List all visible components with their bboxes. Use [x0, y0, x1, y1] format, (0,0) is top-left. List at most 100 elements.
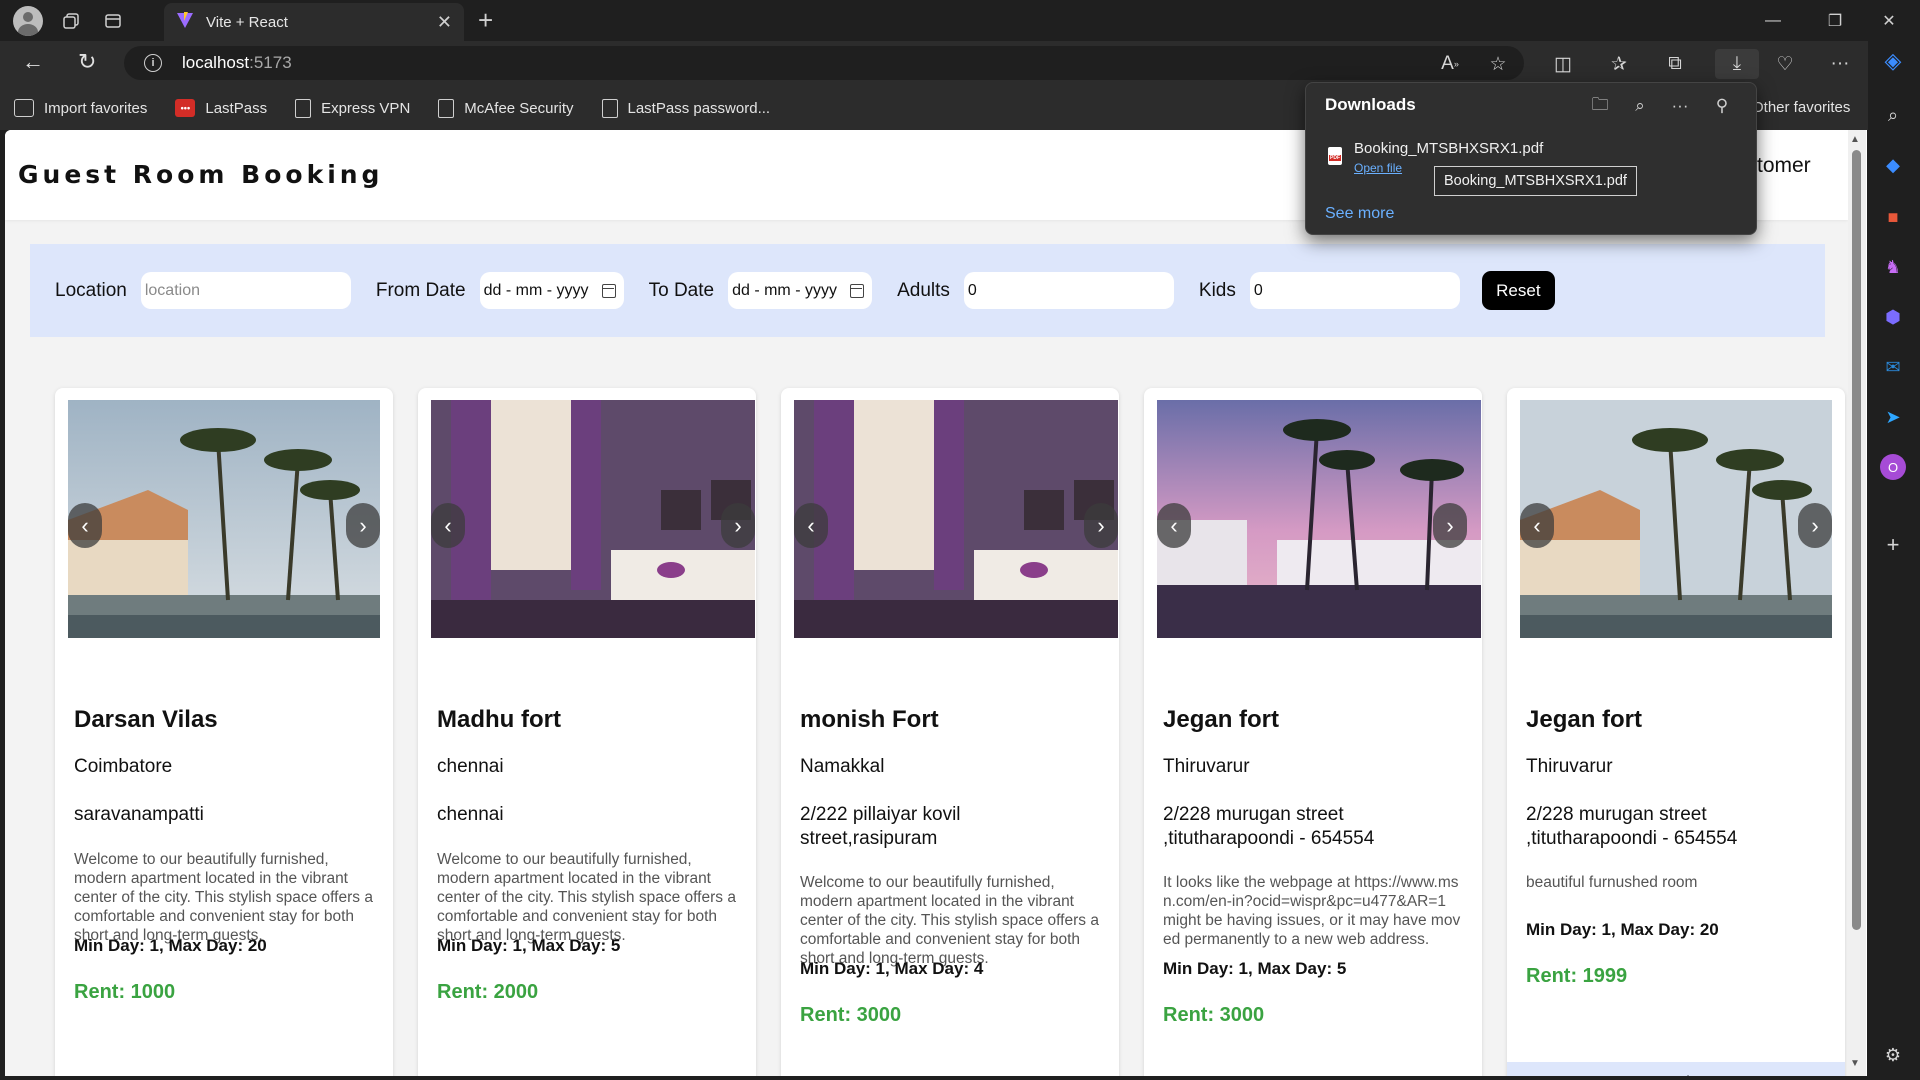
- more-menu-icon[interactable]: ···: [1825, 49, 1855, 79]
- room-image-bedroom: ‹ ›: [431, 400, 755, 638]
- downloads-icon[interactable]: ⤓: [1715, 49, 1759, 79]
- room-card[interactable]: ‹ › Madhu fort chennai chennai Welcome t…: [418, 388, 756, 1076]
- fav-label: LastPass: [205, 99, 268, 117]
- other-favorites[interactable]: Other favorites: [1752, 99, 1850, 116]
- from-date-value: dd - mm - yyyy: [483, 281, 589, 299]
- room-description: Welcome to our beautifully furnished, mo…: [437, 851, 736, 944]
- search-icon[interactable]: ⌕: [1880, 102, 1906, 128]
- pin-icon[interactable]: ⚲: [1708, 93, 1736, 119]
- o-app-icon[interactable]: O: [1880, 454, 1906, 480]
- microsoft-365-icon[interactable]: ⬢: [1880, 304, 1906, 330]
- see-more-link[interactable]: See more: [1325, 205, 1394, 223]
- prev-image-button[interactable]: ‹: [431, 503, 465, 548]
- room-days: Min Day: 1, Max Day: 4: [800, 959, 984, 978]
- fav-lastpass[interactable]: ••• LastPass: [175, 99, 267, 117]
- open-folder-icon[interactable]: 🗀: [1586, 93, 1614, 119]
- vertical-tabs-icon[interactable]: [99, 7, 127, 35]
- room-city: Namakkal: [800, 756, 885, 777]
- room-address: 2/222 pillaiyar kovil street,rasipuram: [800, 804, 961, 849]
- location-input[interactable]: location: [140, 272, 351, 309]
- room-rent: Rent: 3000: [1163, 1004, 1265, 1026]
- split-screen-icon[interactable]: ◫: [1548, 49, 1578, 79]
- outlook-icon[interactable]: ✉: [1880, 354, 1906, 380]
- add-sidebar-app-icon[interactable]: +: [1880, 532, 1906, 558]
- minimize-button[interactable]: —: [1742, 0, 1804, 41]
- restore-button[interactable]: ❐: [1804, 0, 1866, 41]
- prev-image-button[interactable]: ‹: [68, 503, 102, 548]
- next-image-button[interactable]: ›: [1798, 503, 1832, 548]
- download-file-name[interactable]: Booking_MTSBHXSRX1.pdf: [1354, 140, 1543, 157]
- url-host: localhost: [182, 53, 250, 72]
- back-button[interactable]: ←: [22, 49, 44, 75]
- scroll-down-icon[interactable]: ▼: [1850, 1058, 1860, 1069]
- favorite-star-icon[interactable]: ☆: [1483, 49, 1513, 79]
- room-city: Coimbatore: [74, 756, 173, 777]
- browser-essentials-icon[interactable]: ♡: [1770, 49, 1800, 79]
- room-days: Min Day: 1, Max Day: 20: [74, 936, 267, 955]
- next-image-button[interactable]: ›: [1433, 503, 1467, 548]
- room-card[interactable]: ‹ › Darsan Vilas Coimbatore saravanampat…: [55, 388, 393, 1076]
- new-tab-button[interactable]: +: [478, 5, 493, 35]
- location-label: Location: [55, 279, 127, 301]
- to-date-input[interactable]: dd - mm - yyyy: [728, 272, 873, 309]
- downloads-panel: Downloads 🗀 ⌕ ··· ⚲ Booking_MTSBHXSRX1.p…: [1305, 82, 1757, 235]
- profile-avatar[interactable]: [13, 5, 43, 36]
- kids-label: Kids: [1198, 279, 1236, 301]
- fav-lastpass-password[interactable]: LastPass password...: [601, 98, 771, 118]
- room-description: Welcome to our beautifully furnished, mo…: [74, 851, 373, 944]
- favorites-icon[interactable]: ✰: [1604, 49, 1634, 79]
- room-days: Min Day: 1, Max Day: 5: [1163, 959, 1347, 978]
- close-tab-icon[interactable]: ✕: [437, 12, 452, 33]
- prev-image-button[interactable]: ‹: [1520, 503, 1554, 548]
- fav-expressvpn[interactable]: Express VPN: [295, 98, 410, 118]
- room-address: saravanampatti: [74, 804, 204, 825]
- fav-label: LastPass password...: [627, 99, 771, 117]
- prev-image-button[interactable]: ‹: [794, 503, 828, 548]
- book-button[interactable]: Book: [1507, 1062, 1845, 1076]
- workspaces-icon[interactable]: [57, 7, 85, 35]
- next-image-button[interactable]: ›: [346, 503, 380, 548]
- scrollbar-thumb[interactable]: [1852, 150, 1861, 930]
- scroll-up-icon[interactable]: ▲: [1850, 134, 1860, 145]
- telegram-icon[interactable]: ➤: [1880, 404, 1906, 430]
- room-card[interactable]: ‹ › Jegan fort Thiruvarur 2/228 murugan …: [1144, 388, 1482, 1076]
- vite-logo-icon: [176, 11, 194, 34]
- collections-icon[interactable]: ⧉: [1660, 49, 1690, 79]
- room-title: Jegan fort: [1163, 706, 1280, 733]
- room-days: Min Day: 1, Max Day: 20: [1526, 920, 1719, 939]
- from-date-label: From Date: [375, 279, 466, 301]
- calendar-icon[interactable]: [850, 283, 865, 298]
- refresh-button[interactable]: ↻: [78, 49, 96, 75]
- tools-icon[interactable]: ■: [1880, 204, 1906, 230]
- games-icon[interactable]: ♞: [1880, 254, 1906, 280]
- next-image-button[interactable]: ›: [721, 503, 755, 548]
- sidebar-settings-icon[interactable]: ⚙: [1880, 1042, 1906, 1068]
- room-city: Thiruvarur: [1526, 756, 1613, 777]
- reset-button[interactable]: Reset: [1481, 271, 1555, 310]
- prev-image-button[interactable]: ‹: [1157, 503, 1191, 548]
- next-image-button[interactable]: ›: [1084, 503, 1118, 548]
- site-info-icon[interactable]: i: [144, 54, 162, 72]
- fav-mcafee[interactable]: McAfee Security: [438, 98, 574, 118]
- from-date-input[interactable]: dd - mm - yyyy: [479, 272, 624, 309]
- room-image-resort: ‹ ›: [1520, 400, 1832, 638]
- fav-label: McAfee Security: [464, 99, 574, 117]
- fav-import[interactable]: Import favorites: [14, 99, 147, 117]
- to-date-value: dd - mm - yyyy: [732, 281, 837, 299]
- room-card[interactable]: ‹ › Jegan fort Thiruvarur 2/228 murugan …: [1507, 388, 1845, 1076]
- url-box[interactable]: i localhost:5173: [124, 46, 1524, 80]
- read-aloud-icon[interactable]: A»: [1435, 49, 1465, 79]
- close-window-button[interactable]: ✕: [1858, 0, 1920, 41]
- adults-input[interactable]: 0: [963, 272, 1174, 309]
- downloads-more-icon[interactable]: ···: [1666, 93, 1694, 119]
- search-downloads-icon[interactable]: ⌕: [1626, 93, 1654, 119]
- room-card[interactable]: ‹ › monish Fort Namakkal 2/222 pillaiyar…: [781, 388, 1119, 1076]
- import-icon: [14, 99, 34, 117]
- copilot-icon[interactable]: ◈: [1880, 48, 1906, 74]
- calendar-icon[interactable]: [601, 283, 616, 298]
- header-customer-link[interactable]: tomer: [1757, 154, 1811, 178]
- shopping-tag-icon[interactable]: ◆: [1880, 152, 1906, 178]
- browser-tab[interactable]: Vite + React ✕: [164, 3, 464, 41]
- kids-input[interactable]: 0: [1249, 272, 1460, 309]
- open-file-link[interactable]: Open file: [1354, 161, 1402, 175]
